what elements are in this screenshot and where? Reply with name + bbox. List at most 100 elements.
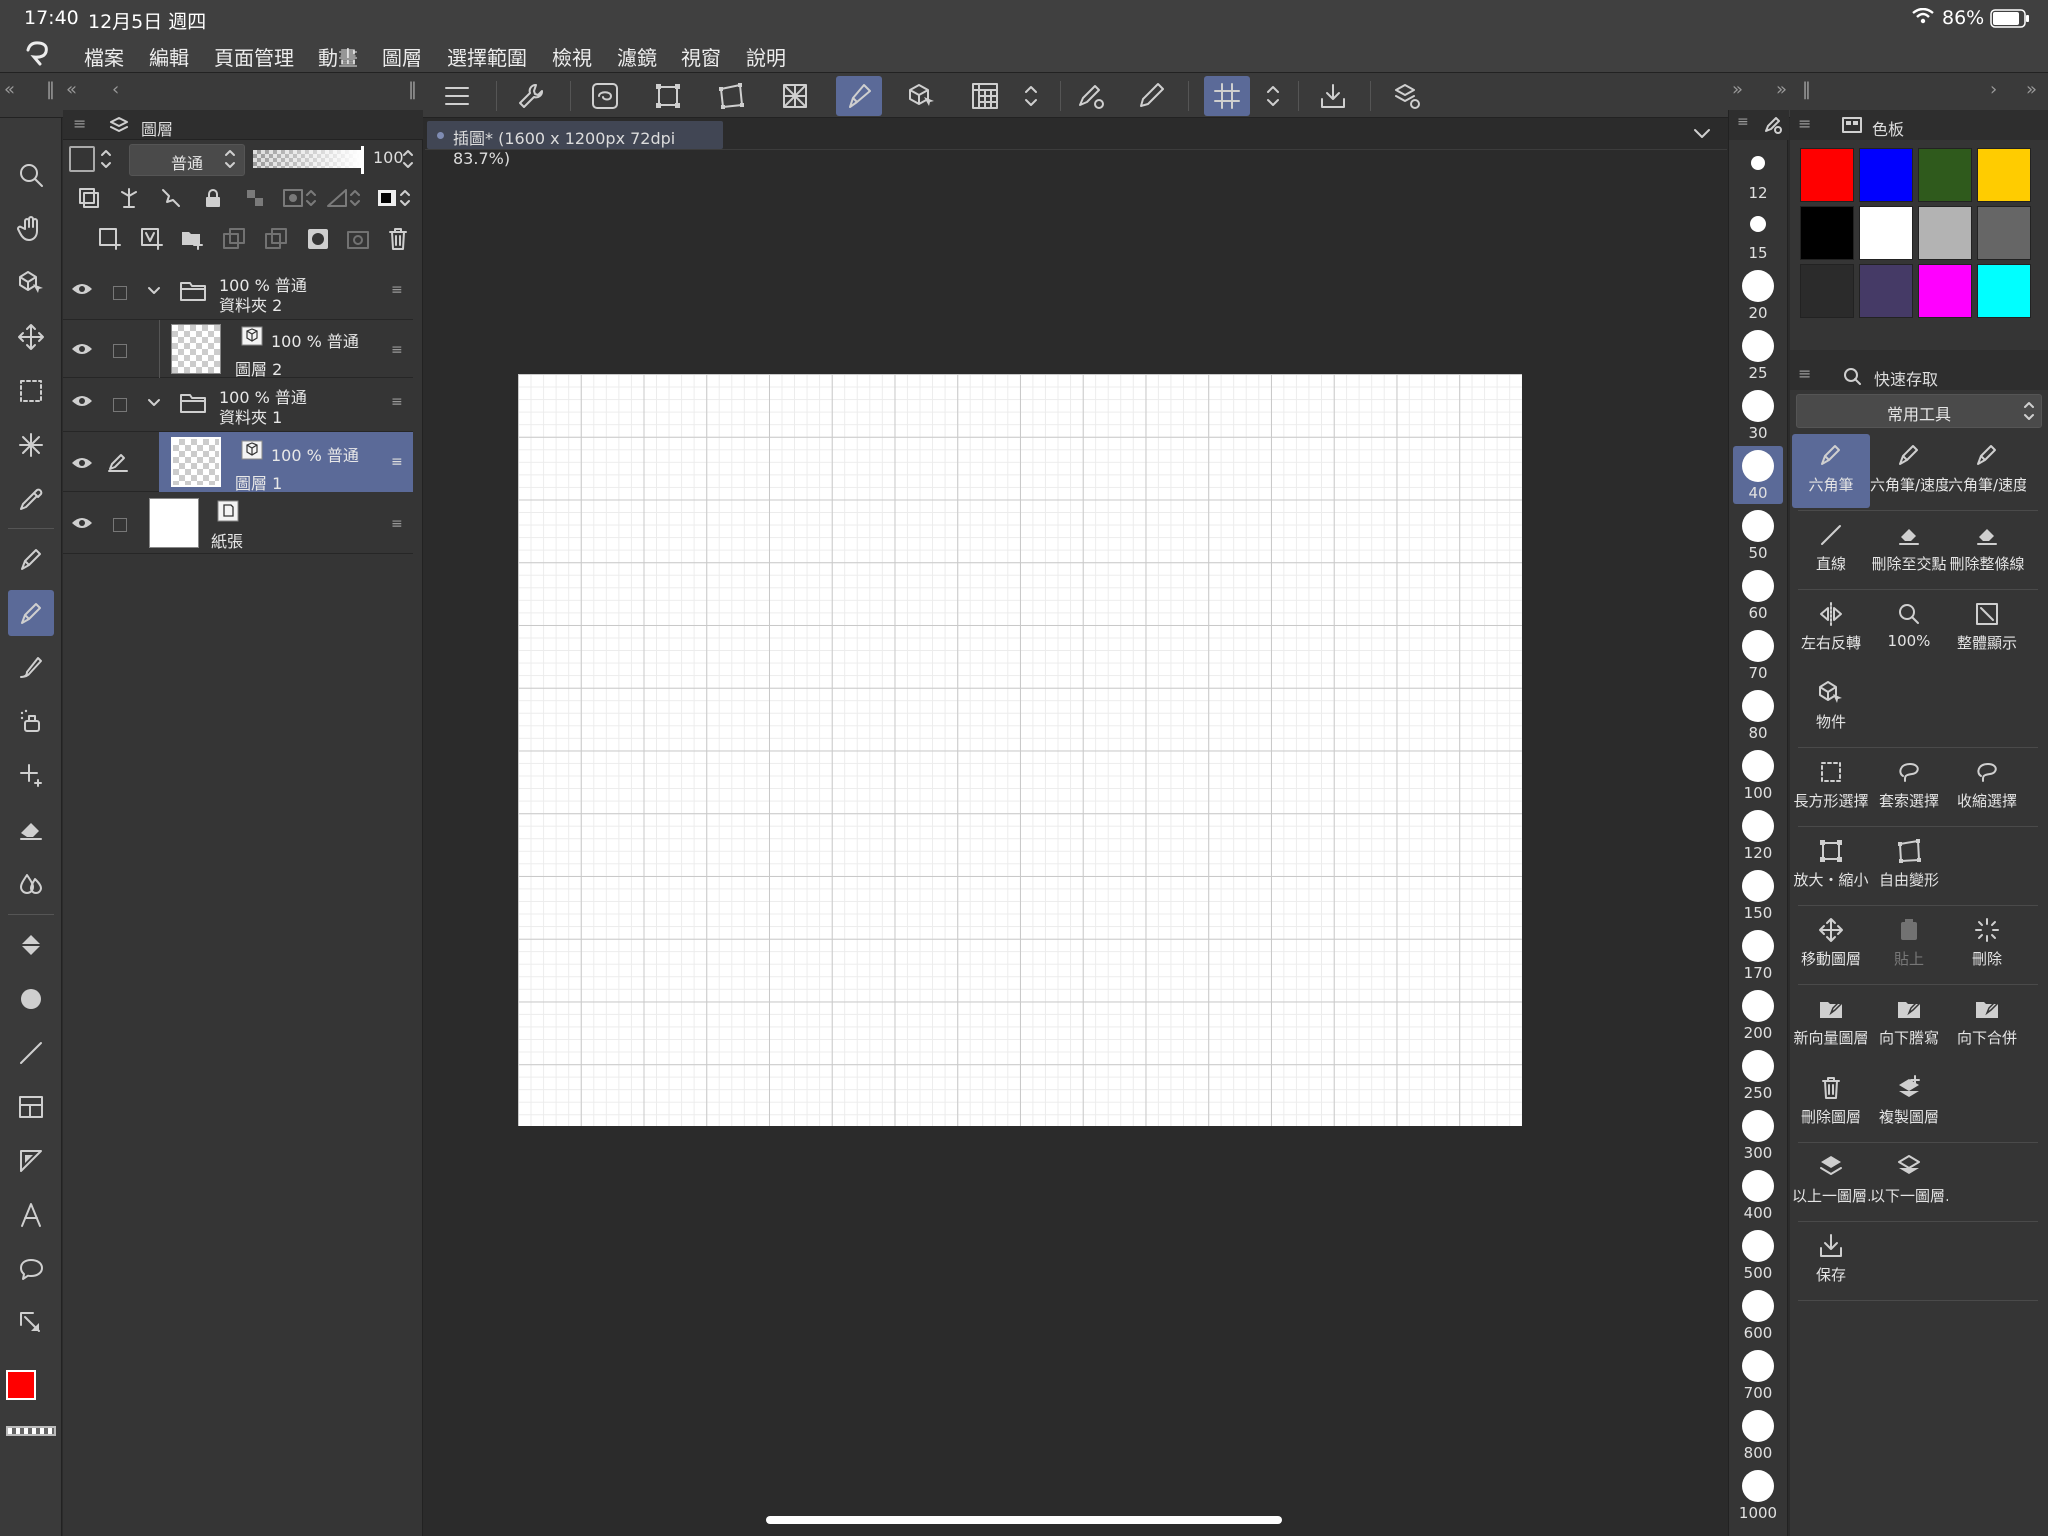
brush-size-50[interactable]: 50 <box>1733 506 1783 564</box>
free-transform-icon[interactable] <box>708 76 754 116</box>
brush-size-12[interactable]: 12 <box>1733 146 1783 204</box>
color-swatch[interactable] <box>1918 148 1972 202</box>
collapse-left-icon[interactable]: « <box>4 79 15 100</box>
brush-size-40[interactable]: 40 <box>1733 446 1783 504</box>
merge-down-icon[interactable] <box>263 226 289 252</box>
grid-toggle-button[interactable] <box>1204 76 1250 116</box>
eye-icon[interactable] <box>71 394 93 408</box>
row-menu-icon[interactable]: ≡ <box>391 454 403 470</box>
panel-menu-icon[interactable]: ≡ <box>1798 364 1811 383</box>
eye-icon[interactable] <box>71 342 93 356</box>
menu-help[interactable]: 說明 <box>746 42 786 71</box>
erase-to-intersection-button[interactable]: 刪除至交點 <box>1870 513 1948 587</box>
eye-icon[interactable] <box>71 282 93 296</box>
layer-row-paper[interactable]: 紙張 ≡ <box>63 492 413 554</box>
brush-size-200[interactable]: 200 <box>1733 986 1783 1044</box>
hamburger-menu-icon[interactable] <box>434 76 480 116</box>
menu-selection[interactable]: 選擇範圍 <box>447 42 527 71</box>
layer-row-folder-2[interactable]: 100 % 普通 資料夾 2 ≡ <box>63 266 413 320</box>
color-swatch[interactable] <box>1859 264 1913 318</box>
mesh-transform-icon[interactable] <box>772 76 818 116</box>
menu-layer[interactable]: 圖層 <box>382 42 422 71</box>
ruler-grid-icon[interactable] <box>962 76 1008 116</box>
main-color-swatch[interactable] <box>6 1370 36 1400</box>
brush-size-300[interactable]: 300 <box>1733 1106 1783 1164</box>
color-swatch[interactable] <box>1977 206 2031 260</box>
ruler-tool-icon[interactable] <box>8 1138 54 1184</box>
gradient-tool-icon[interactable] <box>8 976 54 1022</box>
menu-window[interactable]: 視窗 <box>681 42 721 71</box>
layer-check-box[interactable] <box>113 286 127 300</box>
free-transform-button[interactable]: 自由變形 <box>1870 829 1948 903</box>
panel-grip-3-icon[interactable]: ‖ <box>1802 79 1811 100</box>
transparent-color-swatch[interactable] <box>6 1426 56 1436</box>
brush-size-250[interactable]: 250 <box>1733 1046 1783 1104</box>
select-layer-below-button[interactable]: 以下一圖層… <box>1870 1145 1948 1219</box>
figure-tool-icon[interactable] <box>8 1030 54 1076</box>
correct-line-tool-icon[interactable] <box>8 1300 54 1346</box>
menu-file[interactable]: 檔案 <box>84 42 124 71</box>
layer-row-folder-1[interactable]: 100 % 普通 資料夾 1 ≡ <box>63 378 413 432</box>
flip-horizontal-button[interactable]: 左右反轉 <box>1792 592 1870 666</box>
merge-down-button[interactable]: 向下合併 <box>1948 987 2026 1061</box>
opacity-slider-handle[interactable] <box>361 146 364 174</box>
brush-size-80[interactable]: 80 <box>1733 686 1783 744</box>
eye-icon[interactable] <box>71 516 93 530</box>
hex-pen-speed-button[interactable]: 六角筆/速度 <box>1870 434 1948 508</box>
pencil-tool-icon[interactable] <box>8 590 54 636</box>
decoration-tool-icon[interactable] <box>8 752 54 798</box>
new-vector-layer-icon[interactable] <box>139 226 165 252</box>
hex-pen-speed-2-button[interactable]: 六角筆/速度 <box>1948 434 2026 508</box>
eraser-tool-icon[interactable] <box>8 806 54 852</box>
rectangle-select-button[interactable]: 長方形選擇 <box>1792 750 1870 824</box>
erase-whole-line-button[interactable]: 刪除整條線 <box>1948 513 2026 587</box>
scale-button[interactable]: 放大・縮小 <box>1792 829 1870 903</box>
pen-tool-icon[interactable] <box>8 536 54 582</box>
pen-tool-button[interactable] <box>836 76 882 116</box>
row-menu-icon[interactable]: ≡ <box>391 516 403 532</box>
panel-menu-icon[interactable]: ≡ <box>1737 114 1749 130</box>
save-button[interactable]: 保存 <box>1792 1224 1870 1298</box>
lasso-select-button[interactable]: 套索選擇 <box>1870 750 1948 824</box>
ruler-range-icon[interactable] <box>325 186 361 210</box>
selection-tool-icon[interactable] <box>8 368 54 414</box>
lock-transparent-icon[interactable] <box>243 186 267 210</box>
brush-size-60[interactable]: 60 <box>1733 566 1783 624</box>
tab-list-chevron-icon[interactable] <box>1693 128 1711 140</box>
delete-layer-icon[interactable] <box>387 226 409 252</box>
color-swatch[interactable] <box>1859 206 1913 260</box>
object-select-icon[interactable] <box>898 76 944 116</box>
brush-size-700[interactable]: 700 <box>1733 1346 1783 1404</box>
object-button[interactable]: 物件 <box>1792 671 1870 745</box>
grid-stepper-icon[interactable] <box>1250 76 1296 116</box>
drawing-canvas[interactable] <box>518 374 1522 1126</box>
row-menu-icon[interactable]: ≡ <box>391 342 403 358</box>
color-swatch[interactable] <box>1918 264 1972 318</box>
collapse-right-3-icon[interactable]: » <box>2026 79 2037 100</box>
layer-color-box[interactable] <box>69 146 95 172</box>
delete-layer-button[interactable]: 刪除圖層 <box>1792 1066 1870 1140</box>
duplicate-layer-button[interactable]: 複製圖層 <box>1870 1066 1948 1140</box>
text-tool-icon[interactable] <box>8 1192 54 1238</box>
paste-button[interactable]: 貼上 <box>1870 908 1948 982</box>
auto-select-tool-icon[interactable] <box>8 422 54 468</box>
fill-tool-icon[interactable] <box>8 922 54 968</box>
balloon-tool-icon[interactable] <box>8 1246 54 1292</box>
edit-pen-icon[interactable] <box>107 452 129 472</box>
move-tool-icon[interactable] <box>8 314 54 360</box>
panel-menu-icon[interactable]: ≡ <box>73 114 86 133</box>
move-layer-button[interactable]: 移動圖層 <box>1792 908 1870 982</box>
blend-tool-icon[interactable] <box>8 860 54 906</box>
brush-size-70[interactable]: 70 <box>1733 626 1783 684</box>
clip-layer-icon[interactable] <box>77 186 101 210</box>
zoom-100-button[interactable]: 100% <box>1870 592 1948 666</box>
eye-icon[interactable] <box>71 456 93 470</box>
layer-object-settings-icon[interactable] <box>1384 76 1430 116</box>
brush-size-170[interactable]: 170 <box>1733 926 1783 984</box>
transfer-down-icon[interactable] <box>221 226 247 252</box>
menu-view[interactable]: 檢視 <box>552 42 592 71</box>
chevron-right-icon[interactable]: › <box>1990 79 1997 100</box>
collapse-right-icon[interactable]: » <box>1732 79 1743 100</box>
lock-icon[interactable] <box>201 186 225 210</box>
brush-size-120[interactable]: 120 <box>1733 806 1783 864</box>
